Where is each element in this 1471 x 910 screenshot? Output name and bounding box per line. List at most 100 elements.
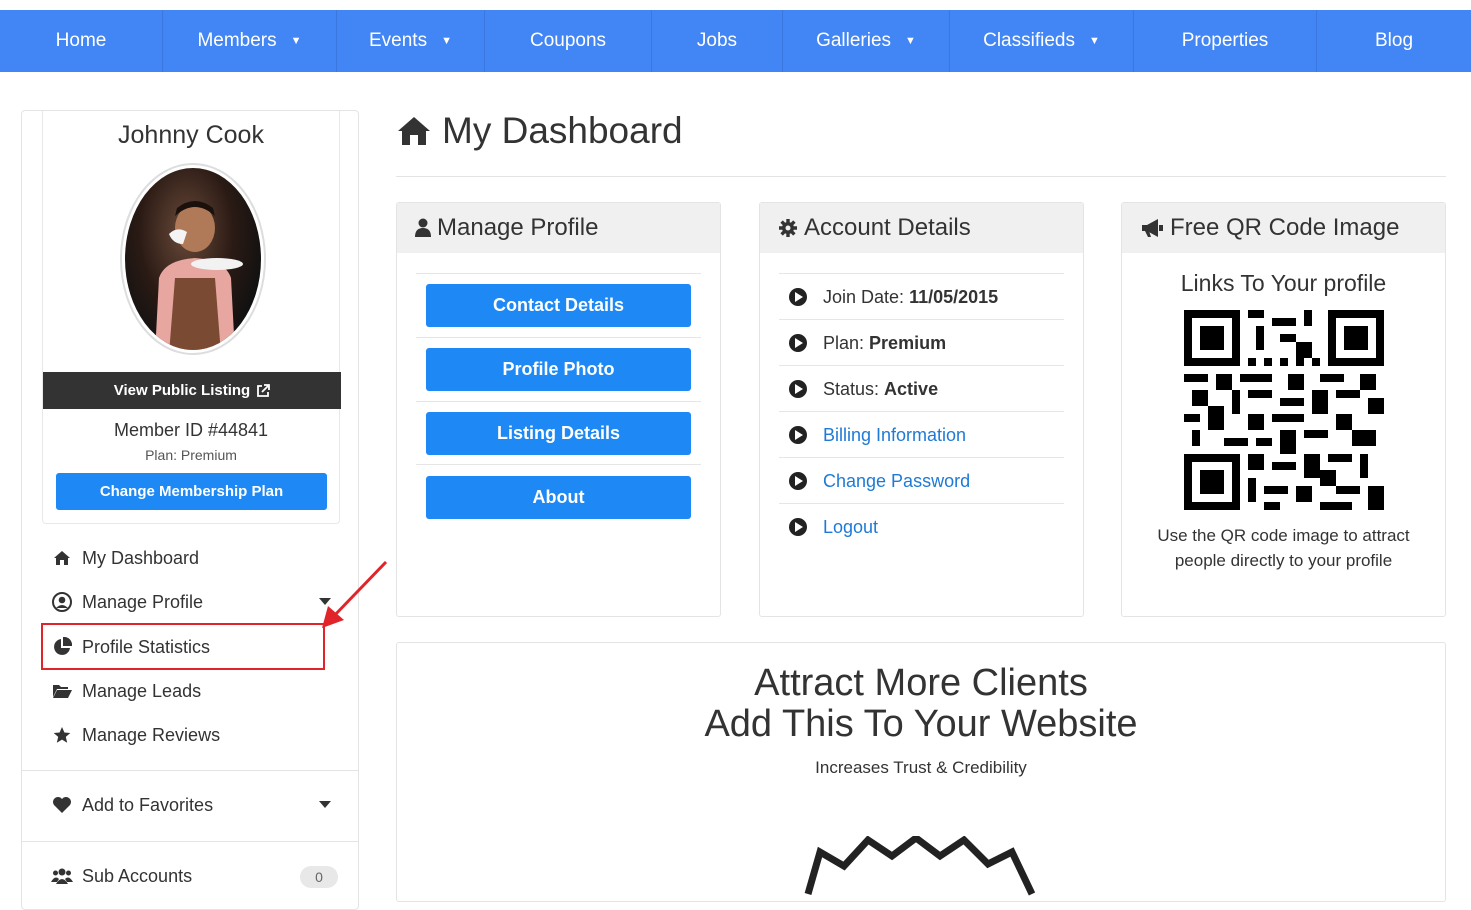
nav-jobs-label: Jobs bbox=[696, 30, 738, 51]
sidebar-item-manage-profile[interactable]: Manage Profile bbox=[51, 587, 331, 617]
btn-row: Listing Details bbox=[416, 401, 701, 455]
sidebar-item-my-dashboard[interactable]: My Dashboard bbox=[51, 543, 199, 573]
nav-properties-label: Properties bbox=[1181, 30, 1269, 51]
sidebar-item-label: Manage Leads bbox=[82, 680, 202, 701]
annotation-arrow-icon bbox=[322, 560, 388, 628]
view-public-listing-label: View Public Listing bbox=[113, 382, 251, 399]
badge-seal-icon bbox=[804, 836, 1036, 896]
sidebar-divider bbox=[22, 770, 358, 771]
manage-profile-panel: Manage Profile Contact Details Profile P… bbox=[396, 202, 721, 617]
member-name: Johnny Cook bbox=[118, 121, 264, 149]
avatar[interactable] bbox=[120, 163, 266, 355]
play-circle-icon bbox=[789, 472, 807, 490]
member-id: Member ID #44841 bbox=[113, 420, 269, 440]
plan-row-label: Plan: bbox=[823, 332, 865, 353]
folder-open-icon bbox=[51, 681, 73, 701]
caret-down-icon: ▼ bbox=[905, 35, 916, 47]
avatar-photo bbox=[125, 168, 261, 350]
gear-icon bbox=[778, 218, 798, 238]
attract-clients-section: Attract More Clients Add This To Your We… bbox=[396, 642, 1446, 902]
change-membership-plan-button[interactable]: Change Membership Plan bbox=[56, 473, 327, 510]
change-password-link[interactable]: Change Password bbox=[823, 471, 970, 492]
billing-information-link[interactable]: Billing Information bbox=[823, 425, 966, 446]
panel-header: Free QR Code Image bbox=[1122, 203, 1445, 253]
user-circle-icon bbox=[51, 592, 73, 612]
logout-link[interactable]: Logout bbox=[823, 517, 878, 538]
home-icon bbox=[398, 117, 430, 145]
nav-galleries[interactable]: Galleries ▼ bbox=[783, 10, 950, 72]
account-details-panel: Account Details Join Date: 11/05/2015 Pl… bbox=[759, 202, 1084, 617]
external-link-icon bbox=[257, 383, 271, 397]
sidebar-item-add-to-favorites[interactable]: Add to Favorites bbox=[51, 790, 331, 820]
sidebar-item-sub-accounts[interactable]: Sub Accounts bbox=[51, 861, 192, 891]
page-title-text: My Dashboard bbox=[442, 110, 683, 151]
play-circle-icon bbox=[789, 334, 807, 352]
sidebar-item-label: Add to Favorites bbox=[82, 794, 214, 815]
qr-code-image[interactable] bbox=[1184, 310, 1384, 510]
nav-jobs[interactable]: Jobs bbox=[652, 10, 783, 72]
attract-heading-line1: Attract More Clients bbox=[754, 662, 1088, 704]
nav-classifieds-label: Classifieds bbox=[983, 30, 1075, 51]
attract-subtitle: Increases Trust & Credibility bbox=[815, 758, 1027, 777]
qr-title: Links To Your profile bbox=[1180, 270, 1387, 296]
btn-row: Profile Photo bbox=[416, 337, 701, 391]
chevron-down-icon[interactable] bbox=[319, 801, 331, 809]
qr-code-panel: Free QR Code Image Links To Your profile… bbox=[1121, 202, 1446, 617]
page-title: My Dashboard bbox=[396, 110, 683, 152]
nav-properties[interactable]: Properties bbox=[1134, 10, 1317, 72]
status-label: Status: bbox=[823, 378, 880, 399]
home-icon bbox=[51, 548, 73, 568]
panel-title: Free QR Code Image bbox=[1170, 214, 1400, 241]
bullhorn-icon bbox=[1140, 218, 1164, 238]
plan-row: Plan: Premium bbox=[779, 319, 1064, 366]
nav-home[interactable]: Home bbox=[0, 10, 163, 72]
sidebar-item-manage-reviews[interactable]: Manage Reviews bbox=[51, 720, 220, 750]
play-circle-icon bbox=[789, 288, 807, 306]
status-value: Active bbox=[884, 378, 939, 399]
join-date-row: Join Date: 11/05/2015 bbox=[779, 273, 1064, 320]
nav-members[interactable]: Members ▼ bbox=[163, 10, 337, 72]
highlight-box bbox=[41, 623, 325, 670]
nav-members-label: Members bbox=[197, 30, 277, 51]
panel-title: Account Details bbox=[804, 214, 971, 241]
panel-header: Account Details bbox=[760, 203, 1083, 253]
status-row: Status: Active bbox=[779, 365, 1064, 412]
users-icon bbox=[51, 866, 73, 886]
avatar-figure bbox=[155, 201, 243, 350]
join-date-value: 11/05/2015 bbox=[909, 286, 999, 307]
qr-caption: Use the QR code image to attract people … bbox=[1122, 523, 1445, 573]
play-circle-icon bbox=[789, 518, 807, 536]
nav-blog-label: Blog bbox=[1374, 30, 1414, 51]
sidebar: Johnny Cook View Public Listing Member I bbox=[21, 110, 359, 910]
sidebar-divider bbox=[22, 841, 358, 842]
nav-coupons[interactable]: Coupons bbox=[485, 10, 652, 72]
nav-events-label: Events bbox=[369, 30, 428, 51]
plan-row-value: Premium bbox=[869, 332, 947, 353]
listing-details-button[interactable]: Listing Details bbox=[426, 412, 691, 455]
contact-details-button[interactable]: Contact Details bbox=[426, 284, 691, 327]
billing-row: Billing Information bbox=[779, 411, 1064, 458]
btn-row: Contact Details bbox=[416, 273, 701, 327]
nav-coupons-label: Coupons bbox=[529, 30, 607, 51]
nav-galleries-label: Galleries bbox=[816, 30, 892, 51]
user-icon bbox=[415, 218, 431, 238]
title-divider bbox=[396, 176, 1446, 177]
attract-heading: Attract More Clients Add This To Your We… bbox=[397, 663, 1445, 745]
view-public-listing-button[interactable]: View Public Listing bbox=[43, 372, 341, 409]
plan-label: Plan: Premium bbox=[145, 447, 237, 463]
play-circle-icon bbox=[789, 426, 807, 444]
nav-classifieds[interactable]: Classifieds ▼ bbox=[950, 10, 1134, 72]
panel-title: Manage Profile bbox=[437, 214, 599, 241]
nav-events[interactable]: Events ▼ bbox=[337, 10, 485, 72]
about-button[interactable]: About bbox=[426, 476, 691, 519]
change-password-row: Change Password bbox=[779, 457, 1064, 504]
join-date-label: Join Date: bbox=[823, 286, 905, 307]
top-navigation-bar: Home Members ▼ Events ▼ Coupons Jobs Galle… bbox=[0, 10, 1471, 72]
attract-heading-line2: Add This To Your Website bbox=[704, 703, 1138, 745]
profile-photo-button[interactable]: Profile Photo bbox=[426, 348, 691, 391]
play-circle-icon bbox=[789, 380, 807, 398]
sidebar-item-manage-leads[interactable]: Manage Leads bbox=[51, 676, 201, 706]
nav-blog[interactable]: Blog bbox=[1317, 10, 1471, 72]
logout-row: Logout bbox=[779, 503, 1064, 550]
sidebar-item-label: Sub Accounts bbox=[82, 865, 193, 886]
